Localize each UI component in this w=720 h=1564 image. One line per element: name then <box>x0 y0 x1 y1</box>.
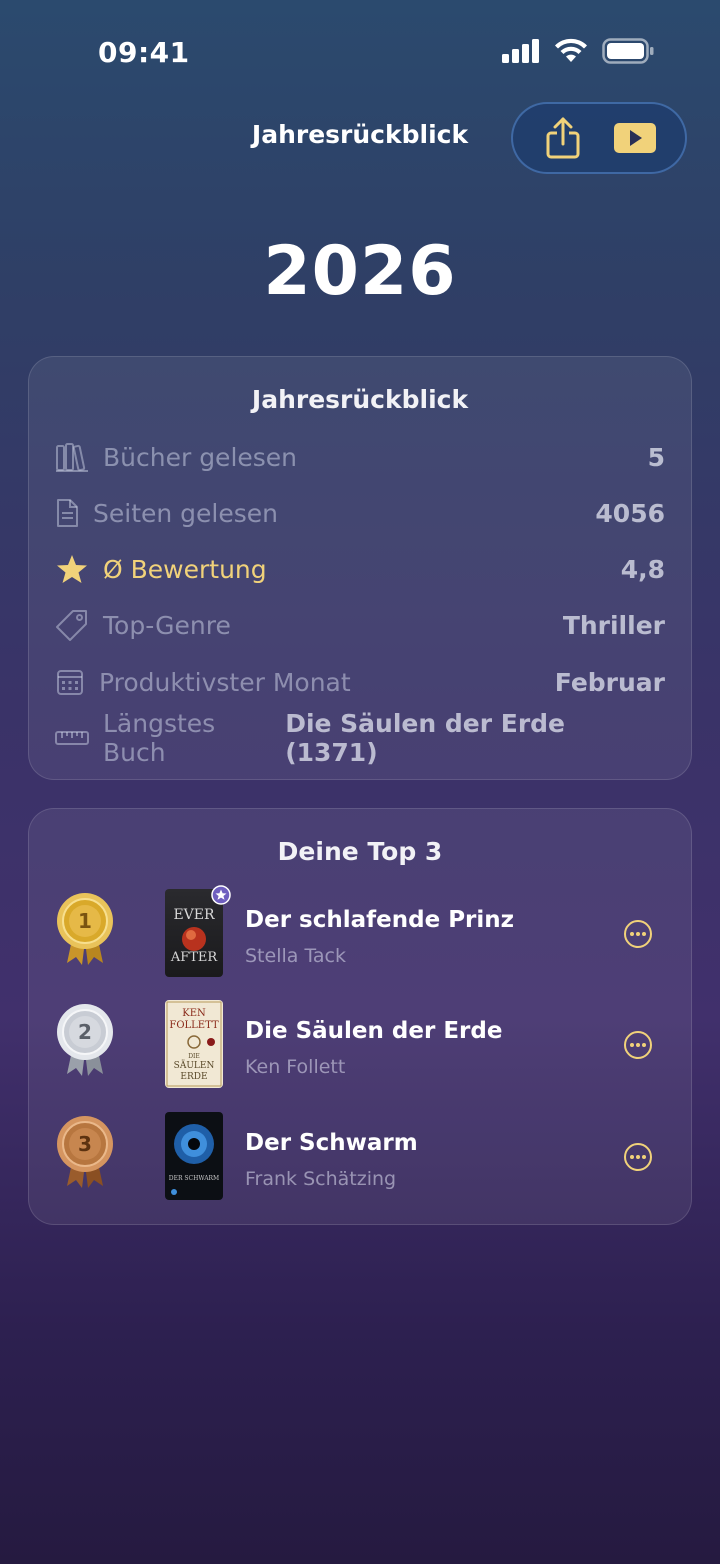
stat-row-books-read: Bücher gelesen 5 <box>55 437 665 477</box>
top3-item-2[interactable]: 2 KEN FOLLETT DIE SÄULEN ERDE Die Säulen… <box>55 1000 665 1090</box>
svg-text:EVER: EVER <box>173 907 215 923</box>
gold-medal-icon: 1 <box>57 893 113 965</box>
book-title: Der schlafende Prinz <box>245 907 515 933</box>
document-icon <box>55 496 79 530</box>
stat-label: Top-Genre <box>103 610 231 640</box>
star-icon <box>55 552 89 586</box>
stat-label: Bücher gelesen <box>103 442 298 472</box>
book-author: Stella Tack <box>245 945 346 967</box>
book-cover: KEN FOLLETT DIE SÄULEN ERDE <box>165 1000 223 1088</box>
top3-card: Deine Top 3 1 EVER AFTER Der schlafende … <box>28 808 692 1225</box>
more-options-button[interactable] <box>623 919 653 949</box>
book-cover: DER SCHWARM <box>165 1112 223 1200</box>
status-time: 09:41 <box>98 36 190 69</box>
book-title: Der Schwarm <box>245 1130 418 1156</box>
more-options-button[interactable] <box>623 1030 653 1060</box>
svg-text:AFTER: AFTER <box>170 950 219 965</box>
stat-label: Ø Bewertung <box>103 554 267 584</box>
svg-text:DIE: DIE <box>188 1053 200 1060</box>
wifi-icon <box>555 38 587 62</box>
top3-item-3[interactable]: 3 DER SCHWARM Der Schwarm Frank Schätzin… <box>55 1112 665 1202</box>
calendar-icon <box>55 665 85 699</box>
silver-medal-icon: 2 <box>57 1004 113 1076</box>
stat-value: 4,8 <box>620 554 665 584</box>
status-icons <box>502 38 654 64</box>
stat-value: 4056 <box>595 498 665 528</box>
stat-row-productive-month: Produktivster Monat Februar <box>55 662 665 702</box>
more-options-button[interactable] <box>623 1142 653 1172</box>
ruler-icon <box>55 721 89 755</box>
svg-text:KEN: KEN <box>182 1008 206 1019</box>
bronze-medal-icon: 3 <box>57 1116 113 1188</box>
tag-icon <box>55 608 89 642</box>
svg-text:ERDE: ERDE <box>180 1072 207 1082</box>
share-button[interactable] <box>540 115 586 161</box>
top3-item-1[interactable]: 1 EVER AFTER Der schlafende Prinz Stella… <box>55 885 665 979</box>
stat-value: Die Säulen der Erde (1371) <box>285 709 566 767</box>
books-icon <box>55 440 89 474</box>
stat-row-pages-read: Seiten gelesen 4056 <box>55 493 665 533</box>
medal-rank: 2 <box>78 1020 92 1044</box>
status-bar: 09:41 <box>0 0 720 100</box>
stat-row-rating: Ø Bewertung 4,8 <box>55 549 665 589</box>
top3-card-title: Deine Top 3 <box>277 837 443 866</box>
share-icon <box>546 117 580 159</box>
stats-card-title: Jahresrückblick <box>251 385 469 414</box>
header-actions <box>511 102 687 174</box>
stat-label: Seiten gelesen <box>93 498 278 528</box>
play-button[interactable] <box>612 115 658 161</box>
stat-label: Längstes Buch <box>103 709 216 767</box>
stat-value: Thriller <box>562 610 665 640</box>
book-author: Ken Follett <box>245 1056 346 1078</box>
play-icon <box>614 123 656 153</box>
stat-label: Produktivster Monat <box>99 667 351 697</box>
medal-rank: 3 <box>78 1132 92 1156</box>
svg-text:FOLLETT: FOLLETT <box>169 1020 219 1031</box>
stats-card: Jahresrückblick Bücher gelesen 5 Seiten … <box>28 356 692 780</box>
favorite-badge-icon <box>211 885 231 905</box>
book-title: Die Säulen der Erde <box>245 1018 503 1044</box>
medal-rank: 1 <box>78 909 92 933</box>
year-heading: 2026 <box>263 232 457 311</box>
stat-value: Februar <box>554 667 665 697</box>
battery-icon <box>602 38 654 64</box>
cellular-signal-icon <box>502 39 539 63</box>
stat-value: 5 <box>647 442 665 472</box>
svg-text:DER SCHWARM: DER SCHWARM <box>169 1175 219 1182</box>
book-author: Frank Schätzing <box>245 1168 397 1190</box>
stat-row-longest-book: Längstes Buch Die Säulen der Erde (1371) <box>55 709 665 767</box>
svg-text:SÄULEN: SÄULEN <box>174 1059 215 1071</box>
stat-row-top-genre: Top-Genre Thriller <box>55 605 665 645</box>
